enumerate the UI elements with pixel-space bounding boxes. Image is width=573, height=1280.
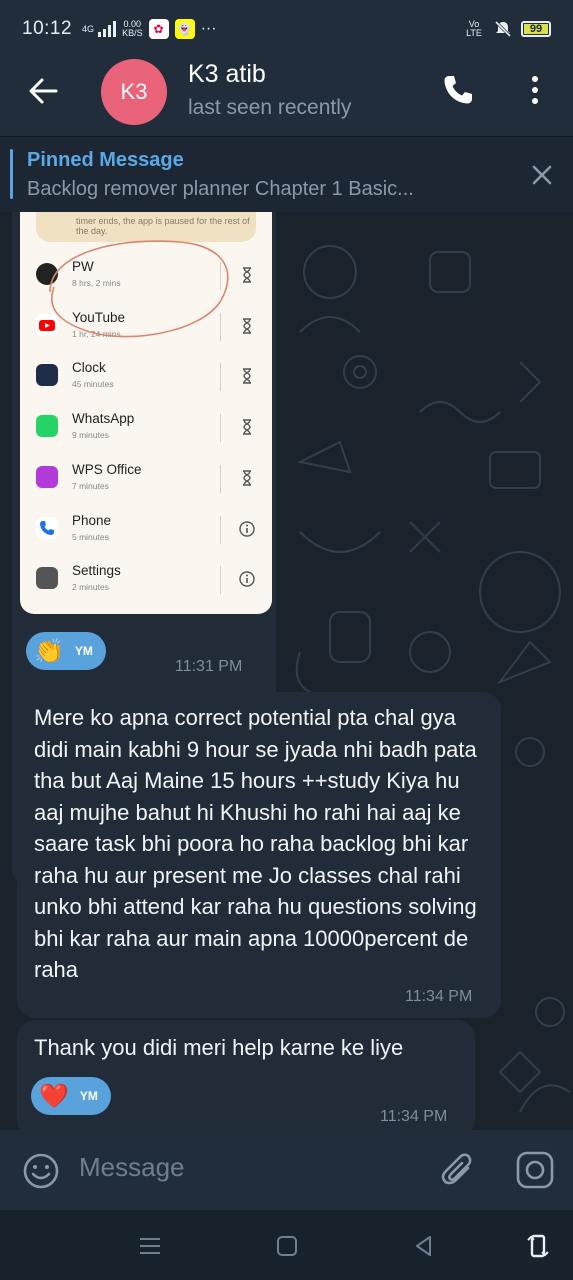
reaction-emoji: ❤️ [39, 1082, 69, 1110]
timer-icon [243, 317, 251, 334]
pinned-text: Backlog remover planner Chapter 1 Basic.… [27, 178, 414, 200]
message-time: 11:34 PM [405, 988, 473, 1005]
whatsapp-app-icon [36, 415, 58, 438]
app-usage-row: Phone 5 minutes [20, 506, 272, 556]
app-name: Clock [72, 360, 106, 376]
more-options-icon[interactable] [520, 72, 550, 108]
emoji-icon[interactable] [22, 1152, 60, 1190]
message-text: Mere ko apna correct potential pta chal … [34, 705, 477, 982]
app-usage-row: Clock 45 minutes [20, 353, 272, 403]
app-usage-row: WPS Office 7 minutes [20, 455, 272, 505]
clock-app-icon [36, 364, 58, 387]
app-name: Settings [72, 563, 121, 579]
pinned-message-bar[interactable]: Pinned Message Backlog remover planner C… [0, 136, 573, 212]
app-name: WPS Office [72, 461, 142, 477]
chat-header: K3 K3 atib last seen recently [0, 58, 573, 136]
phone-call-icon[interactable] [440, 72, 476, 108]
attach-icon[interactable] [440, 1150, 478, 1190]
battery-icon: 99 [521, 21, 551, 37]
speed-unit: KB/S [122, 28, 143, 38]
rotate-icon[interactable] [524, 1232, 552, 1260]
info-icon [239, 571, 255, 587]
message-text: Thank you didi meri help karne ke liye [34, 1035, 404, 1060]
phone-app-icon [36, 516, 58, 539]
app-usage-time: 5 minutes [72, 531, 109, 542]
wps-office-app-icon [36, 465, 58, 488]
app-usage-time: 45 minutes [72, 379, 114, 390]
battery-level: 99 [529, 23, 543, 35]
status-time: 10:12 [22, 18, 73, 39]
contact-name[interactable]: K3 atib [188, 60, 266, 89]
message-time: 11:34 PM [380, 1108, 448, 1125]
text-message-bubble[interactable]: Thank you didi meri help karne ke liye ❤… [17, 1020, 475, 1130]
chat-area[interactable]: timer ends, the app is paused for the re… [0, 212, 573, 1130]
timer-icon [243, 419, 251, 435]
timer-icon [243, 368, 251, 385]
row-divider [220, 414, 221, 443]
status-bar: 10:12 4G 0.00 KB/S ✿ 👻 ··· Vo LTE 99 [0, 0, 573, 58]
app-usage-time: 9 minutes [72, 430, 109, 441]
avatar[interactable]: K3 [101, 59, 167, 125]
system-navigation-bar [0, 1210, 573, 1280]
network-speed: 0.00 KB/S [122, 20, 143, 38]
avatar-initials: K3 [120, 79, 148, 104]
pinned-indicator [10, 149, 13, 199]
timer-icon [243, 470, 251, 486]
more-notifications-icon: ··· [200, 20, 217, 37]
app-usage-row: Settings 2 minutes [20, 556, 272, 606]
row-divider [220, 363, 221, 392]
screenshot-image[interactable]: timer ends, the app is paused for the re… [20, 212, 272, 614]
reaction-user-avatar: YM [74, 1082, 103, 1110]
network-type: 4G [82, 23, 95, 34]
row-divider [220, 464, 221, 493]
settings-app-icon [36, 567, 58, 590]
app-usage-time: 7 minutes [72, 480, 109, 491]
recent-apps-icon[interactable] [136, 1232, 164, 1260]
reaction-badge[interactable]: ❤️ YM [31, 1077, 111, 1115]
text-message-bubble[interactable]: Mere ko apna correct potential pta chal … [17, 692, 501, 1018]
back-nav-icon[interactable] [410, 1232, 438, 1260]
camera-icon[interactable] [515, 1150, 555, 1190]
app-usage-time: 2 minutes [72, 582, 109, 593]
signal-icon [98, 21, 117, 37]
message-time: 11:31 PM [175, 658, 243, 675]
row-divider [220, 566, 221, 595]
pinned-label: Pinned Message [27, 149, 184, 171]
close-icon[interactable] [528, 161, 556, 189]
back-arrow-icon[interactable] [26, 74, 60, 108]
info-icon [239, 520, 255, 537]
last-seen-status: last seen recently [188, 96, 352, 119]
app-usage-row: WhatsApp 9 minutes [20, 404, 272, 454]
handwritten-circle-annotation [49, 240, 229, 338]
message-input[interactable]: Message [79, 1152, 185, 1183]
app-name: WhatsApp [72, 411, 135, 427]
app-notification-icon: ✿ [148, 19, 169, 39]
reaction-badge[interactable]: 👏 YM [26, 632, 106, 670]
timer-icon [243, 267, 251, 283]
row-divider [220, 515, 221, 544]
home-icon[interactable] [273, 1232, 301, 1260]
reaction-user-avatar: YM [69, 637, 98, 665]
reaction-emoji: 👏 [34, 637, 64, 665]
volte-icon: Vo LTE [466, 19, 482, 38]
mute-icon [494, 20, 512, 38]
app-name: Phone [72, 512, 112, 528]
message-input-bar: Message [0, 1130, 573, 1210]
snapchat-icon: 👻 [174, 19, 195, 39]
